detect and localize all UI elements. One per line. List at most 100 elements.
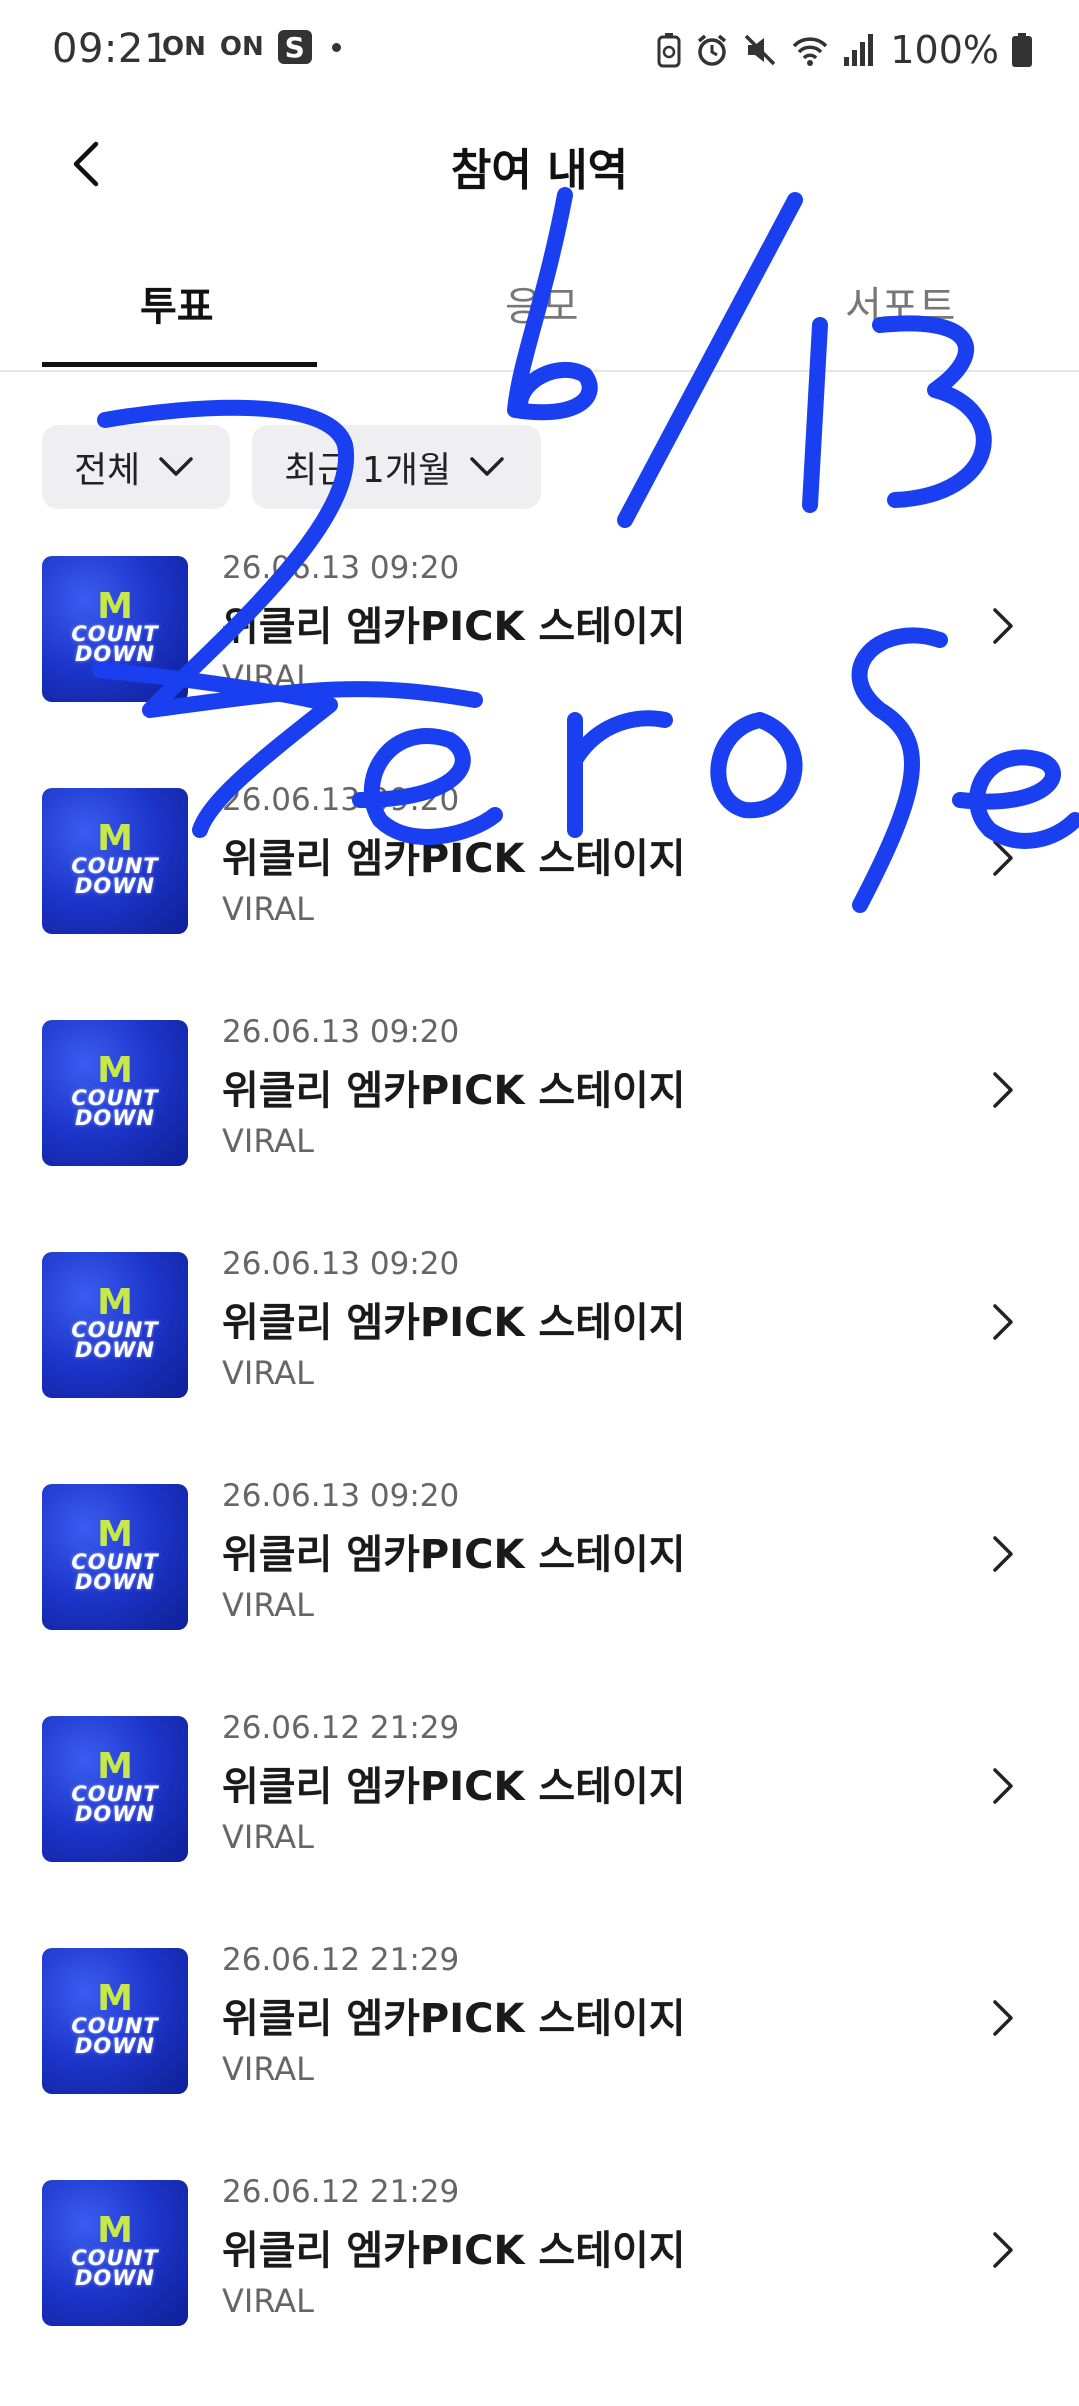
system-icons: 100%	[656, 28, 1033, 72]
logo-letter: M	[97, 818, 133, 859]
battery-saver-icon	[657, 33, 681, 68]
item-title: 위클리 엠카PICK 스테이지	[222, 604, 686, 650]
list-item[interactable]: M COUNT DOWN 26.06.13 09:20 위클리 엠카PICK 스…	[0, 1014, 1079, 1246]
filter-period-label: 최근 1개월	[284, 450, 452, 491]
mcountdown-thumbnail: M COUNT DOWN	[42, 1484, 188, 1630]
item-subtitle: VIRAL	[222, 2050, 314, 2088]
filter-category-label: 전체	[74, 450, 141, 491]
mcountdown-logo: M COUNT DOWN	[42, 1050, 188, 1130]
participation-list: M COUNT DOWN 26.06.13 09:20 위클리 엠카PICK 스…	[0, 550, 1079, 2406]
mcountdown-logo: M COUNT DOWN	[42, 1981, 188, 2057]
status-time: 09:21	[52, 26, 170, 72]
logo-word-2: DOWN	[74, 874, 156, 898]
tab-support[interactable]: 서포트	[845, 274, 955, 332]
active-tab-indicator	[42, 362, 317, 367]
item-subtitle: VIRAL	[222, 890, 314, 928]
item-date: 26.06.12 21:29	[222, 1942, 460, 1978]
battery-icon	[1012, 33, 1032, 67]
mcountdown-thumbnail: M COUNT DOWN	[42, 1948, 188, 2094]
list-item[interactable]: M COUNT DOWN 26.06.12 21:29 위클리 엠카PICK 스…	[0, 1942, 1079, 2174]
mcountdown-logo: M COUNT DOWN	[42, 1514, 188, 1594]
tab-bar: 투표 응모 서포트	[0, 260, 1079, 372]
item-subtitle: VIRAL	[222, 2282, 314, 2320]
header: 참여 내역	[0, 110, 1079, 220]
mcountdown-thumbnail: M COUNT DOWN	[42, 1716, 188, 1862]
item-date: 26.06.12 21:29	[222, 1710, 460, 1746]
item-title: 위클리 엠카PICK 스테이지	[222, 1996, 686, 2042]
logo-letter: M	[97, 586, 133, 627]
logo-letter: M	[97, 1282, 133, 1323]
alarm-icon	[698, 34, 727, 66]
logo-word-2: DOWN	[74, 1802, 156, 1826]
mcountdown-logo: M COUNT DOWN	[42, 2210, 188, 2290]
mcountdown-thumbnail: M COUNT DOWN	[42, 1020, 188, 1166]
list-item[interactable]: M COUNT DOWN 26.06.13 09:20 위클리 엠카PICK 스…	[0, 1246, 1079, 1478]
chevron-right-icon	[993, 2232, 1013, 2268]
list-item[interactable]: M COUNT DOWN 26.06.13 09:20 위클리 엠카PICK 스…	[0, 1478, 1079, 1710]
samsung-icon: S	[277, 30, 312, 64]
mcountdown-logo: M COUNT DOWN	[42, 586, 188, 666]
mute-icon	[745, 34, 776, 66]
logo-word-2: DOWN	[74, 1570, 156, 1594]
mcountdown-logo: M COUNT DOWN	[42, 1282, 188, 1362]
item-title: 위클리 엠카PICK 스테이지	[222, 2228, 686, 2274]
item-date: 26.06.13 09:20	[222, 550, 460, 586]
chevron-right-icon	[993, 608, 1013, 644]
logo-word-1: COUNT	[71, 2014, 159, 2038]
logo-word-1: COUNT	[71, 1550, 159, 1574]
status-bar: 09:21 ON ON S 100%	[0, 0, 1079, 110]
item-subtitle: VIRAL	[222, 658, 314, 696]
logo-letter: M	[97, 2210, 133, 2251]
item-title: 위클리 엠카PICK 스테이지	[222, 836, 686, 882]
notification-icons: ON ON S	[162, 30, 341, 64]
item-title: 위클리 엠카PICK 스테이지	[222, 1764, 686, 1810]
logo-word-2: DOWN	[74, 1338, 156, 1362]
more-notifications-dot-icon	[331, 42, 341, 52]
mcountdown-logo: M COUNT DOWN	[42, 1746, 188, 1826]
item-date: 26.06.13 09:20	[222, 1246, 460, 1282]
item-title: 위클리 엠카PICK 스테이지	[222, 1300, 686, 1346]
chevron-right-icon	[993, 1536, 1013, 1572]
list-item[interactable]: M COUNT DOWN 26.06.12 21:29 위클리 엠카PICK 스…	[0, 2174, 1079, 2406]
logo-word-2: DOWN	[74, 1106, 156, 1130]
chevron-down-icon	[470, 457, 504, 476]
logo-word-1: COUNT	[71, 2246, 159, 2270]
logo-letter: M	[97, 1050, 133, 1091]
page-title: 참여 내역	[450, 145, 629, 196]
tab-entry[interactable]: 응모	[505, 274, 579, 332]
filter-period-dropdown[interactable]: 최근 1개월	[252, 425, 542, 509]
logo-word-1: COUNT	[71, 1782, 159, 1806]
logo-word-1: COUNT	[71, 854, 159, 878]
list-item[interactable]: M COUNT DOWN 26.06.13 09:20 위클리 엠카PICK 스…	[0, 782, 1079, 1014]
item-subtitle: VIRAL	[222, 1586, 314, 1624]
battery-percent: 100%	[890, 28, 999, 72]
tab-vote[interactable]: 투표	[140, 274, 214, 332]
on-icon: ON	[162, 32, 206, 62]
chevron-right-icon	[993, 2000, 1013, 2036]
logo-letter: M	[97, 1514, 133, 1555]
chevron-right-icon	[993, 840, 1013, 876]
logo-word-2: DOWN	[74, 2266, 156, 2290]
chevron-right-icon	[993, 1304, 1013, 1340]
logo-word-2: DOWN	[74, 642, 156, 666]
signal-icon	[844, 34, 874, 66]
filter-bar: 전체 최근 1개월	[42, 425, 542, 509]
on-icon: ON	[219, 32, 264, 62]
logo-word-1: COUNT	[71, 1318, 159, 1342]
item-date: 26.06.12 21:29	[222, 2174, 460, 2210]
list-item[interactable]: M COUNT DOWN 26.06.13 09:20 위클리 엠카PICK 스…	[0, 550, 1079, 782]
item-subtitle: VIRAL	[222, 1122, 314, 1160]
item-date: 26.06.13 09:20	[222, 782, 460, 818]
mcountdown-logo: M COUNT DOWN	[42, 818, 188, 898]
list-item[interactable]: M COUNT DOWN 26.06.12 21:29 위클리 엠카PICK 스…	[0, 1710, 1079, 1942]
mcountdown-thumbnail: M COUNT DOWN	[42, 1252, 188, 1398]
filter-category-dropdown[interactable]: 전체	[42, 425, 231, 509]
item-date: 26.06.13 09:20	[222, 1478, 460, 1514]
mcountdown-thumbnail: M COUNT DOWN	[42, 2180, 188, 2326]
logo-letter: M	[97, 1746, 133, 1787]
item-subtitle: VIRAL	[222, 1818, 314, 1856]
item-date: 26.06.13 09:20	[222, 1014, 460, 1050]
chevron-right-icon	[993, 1768, 1013, 1804]
mcountdown-thumbnail: M COUNT DOWN	[42, 788, 188, 934]
item-title: 위클리 엠카PICK 스테이지	[222, 1532, 686, 1578]
